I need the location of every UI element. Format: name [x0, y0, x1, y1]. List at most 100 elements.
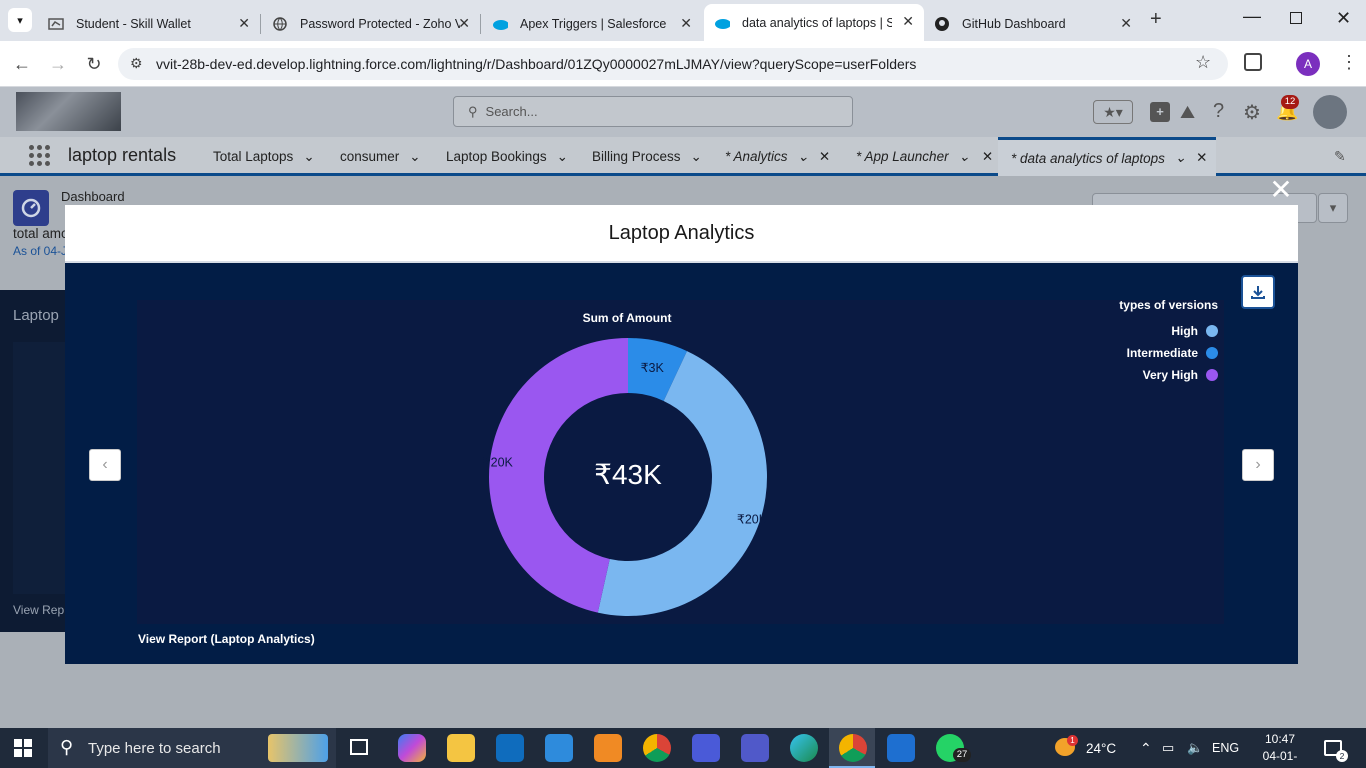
show-hidden-icons-icon[interactable]: ⌃: [1140, 728, 1152, 768]
temperature[interactable]: 24°C: [1086, 728, 1116, 768]
chart-legend: High Intermediate Very High: [1018, 320, 1218, 386]
legend-swatch: [1206, 369, 1218, 381]
volume-icon[interactable]: 🔈: [1187, 728, 1203, 768]
nav-item-total-laptops[interactable]: Total Laptops ⌄: [213, 137, 315, 176]
start-button[interactable]: [14, 739, 32, 757]
whatsapp-badge: 27: [953, 748, 971, 762]
slice-data-label: ₹20K: [483, 456, 514, 470]
teams-icon[interactable]: [741, 734, 769, 762]
tab-title: data analytics of laptops | Sa: [742, 15, 892, 30]
browser-tab[interactable]: GitHub Dashboard ✕: [924, 6, 1142, 41]
nav-item-consumer[interactable]: consumer ⌄: [340, 137, 421, 176]
close-tab-icon[interactable]: ✕: [680, 15, 692, 32]
tab-title: Student - Skill Wallet: [76, 16, 191, 31]
browser-tab-active[interactable]: data analytics of laptops | Sa ✕: [704, 4, 924, 41]
bookmark-star-icon[interactable]: ☆: [1195, 52, 1211, 73]
browser-tab[interactable]: Apex Triggers | Salesforce ✕: [482, 6, 702, 41]
nav-item-analytics[interactable]: * Analytics ⌄ ✕: [725, 137, 830, 176]
chevron-down-icon: ⌄: [556, 148, 568, 164]
reload-button[interactable]: ↻: [82, 52, 106, 76]
url-bar[interactable]: ⚙ vvit-28b-dev-ed.develop.lightning.forc…: [118, 48, 1228, 80]
chevron-down-icon: ▾: [17, 14, 23, 27]
back-button[interactable]: ←: [10, 52, 34, 76]
browser-tab[interactable]: Password Protected - Zoho V ✕: [262, 6, 481, 41]
legend-label: Intermediate: [1126, 346, 1198, 360]
org-logo[interactable]: [16, 92, 121, 131]
global-search-input[interactable]: ⚲ Search...: [453, 96, 853, 127]
nav-item-app-launcher[interactable]: * App Launcher ⌄ ✕: [856, 137, 993, 176]
help-icon[interactable]: ?: [1213, 100, 1224, 123]
trailhead-icon[interactable]: ⛰: [1180, 102, 1195, 123]
weather-badge: 1: [1067, 735, 1078, 746]
next-chart-button[interactable]: ›: [1242, 449, 1274, 481]
chevron-right-icon: ›: [1255, 456, 1261, 473]
close-tab-icon[interactable]: ✕: [1120, 15, 1132, 32]
modal-close-button[interactable]: ✕: [1266, 176, 1296, 204]
file-explorer-icon[interactable]: [447, 734, 475, 762]
legend-item[interactable]: High: [1018, 320, 1218, 342]
previous-chart-button[interactable]: ‹: [89, 449, 121, 481]
close-window-button[interactable]: ✕: [1336, 8, 1351, 29]
header-menu-button[interactable]: ▾: [1318, 193, 1348, 223]
nav-item-laptop-bookings[interactable]: Laptop Bookings ⌄: [446, 137, 568, 176]
site-info-icon[interactable]: ⚙: [130, 55, 143, 72]
legend-item[interactable]: Very High: [1018, 364, 1218, 386]
new-tab-button[interactable]: +: [1150, 8, 1162, 31]
app-launcher-icon[interactable]: [29, 145, 51, 167]
browser-menu-icon[interactable]: ⋮: [1340, 52, 1358, 73]
task-view-icon[interactable]: [350, 739, 368, 755]
donut-center-value: ₹43K: [594, 459, 662, 490]
tab-search-button[interactable]: ▾: [8, 8, 32, 32]
close-tab-icon[interactable]: ✕: [902, 13, 914, 30]
edge-icon[interactable]: [790, 734, 818, 762]
favorites-star-icon[interactable]: ★▾: [1093, 100, 1133, 124]
clock[interactable]: 10:47 04-01-2025: [1250, 731, 1310, 768]
copilot-icon[interactable]: [398, 734, 426, 762]
search-icon: ⚲: [60, 737, 74, 757]
network-icon[interactable]: ▭: [1162, 728, 1174, 768]
restore-button[interactable]: [1290, 12, 1302, 24]
view-report-link[interactable]: View Report (Laptop Analytics): [138, 632, 315, 646]
download-button[interactable]: [1241, 275, 1275, 309]
nav-item-billing-process[interactable]: Billing Process ⌄: [592, 137, 702, 176]
language-indicator[interactable]: ENG: [1212, 728, 1239, 768]
chrome-profile-icon[interactable]: [839, 734, 867, 762]
close-tab-icon[interactable]: ✕: [238, 15, 250, 32]
forward-button[interactable]: →: [46, 52, 70, 76]
chevron-down-icon: ⌄: [303, 148, 315, 164]
store-icon[interactable]: [545, 734, 573, 762]
github-icon: [934, 16, 950, 32]
search-icon: ⚲: [468, 103, 478, 119]
media-player-icon[interactable]: [692, 734, 720, 762]
global-actions-icon[interactable]: +: [1150, 102, 1170, 122]
left-card-title: Laptop: [13, 307, 59, 324]
chevron-down-icon: ⌄: [797, 148, 809, 164]
browser-tab[interactable]: Student - Skill Wallet ✕: [38, 6, 261, 41]
legend-item[interactable]: Intermediate: [1018, 342, 1218, 364]
setup-gear-icon[interactable]: ⚙: [1243, 100, 1261, 125]
chrome-icon[interactable]: [643, 734, 671, 762]
extensions-icon[interactable]: [1244, 53, 1262, 71]
user-avatar[interactable]: [1313, 95, 1347, 129]
minimize-button[interactable]: —: [1243, 6, 1261, 27]
salesforce-cloud-icon: [714, 15, 730, 31]
profile-avatar[interactable]: A: [1296, 52, 1320, 76]
nav-item-data-analytics[interactable]: * data analytics of laptops ⌄ ✕: [998, 137, 1216, 176]
page-type-label: Dashboard: [61, 189, 125, 204]
outlook-icon[interactable]: [496, 734, 524, 762]
app-window-icon[interactable]: [887, 734, 915, 762]
taskbar-search-box[interactable]: ⚲ Type here to search: [48, 728, 336, 768]
edit-nav-pencil-icon[interactable]: ✎: [1334, 148, 1346, 165]
legend-label: High: [1171, 324, 1198, 338]
close-tab-icon[interactable]: ✕: [458, 15, 470, 32]
left-card-view-report-link[interactable]: View Rep: [13, 603, 64, 617]
legend-title: types of versions: [1119, 298, 1218, 312]
search-highlight-icon: [268, 734, 328, 762]
url-text: vvit-28b-dev-ed.develop.lightning.force.…: [156, 56, 917, 72]
close-icon: ✕: [818, 148, 831, 164]
sublime-icon[interactable]: [594, 734, 622, 762]
taskbar-search-placeholder: Type here to search: [88, 739, 221, 757]
chevron-down-icon: ⌄: [958, 148, 970, 164]
tab-title: Password Protected - Zoho V: [300, 16, 460, 31]
modal-title: Laptop Analytics: [608, 221, 755, 244]
